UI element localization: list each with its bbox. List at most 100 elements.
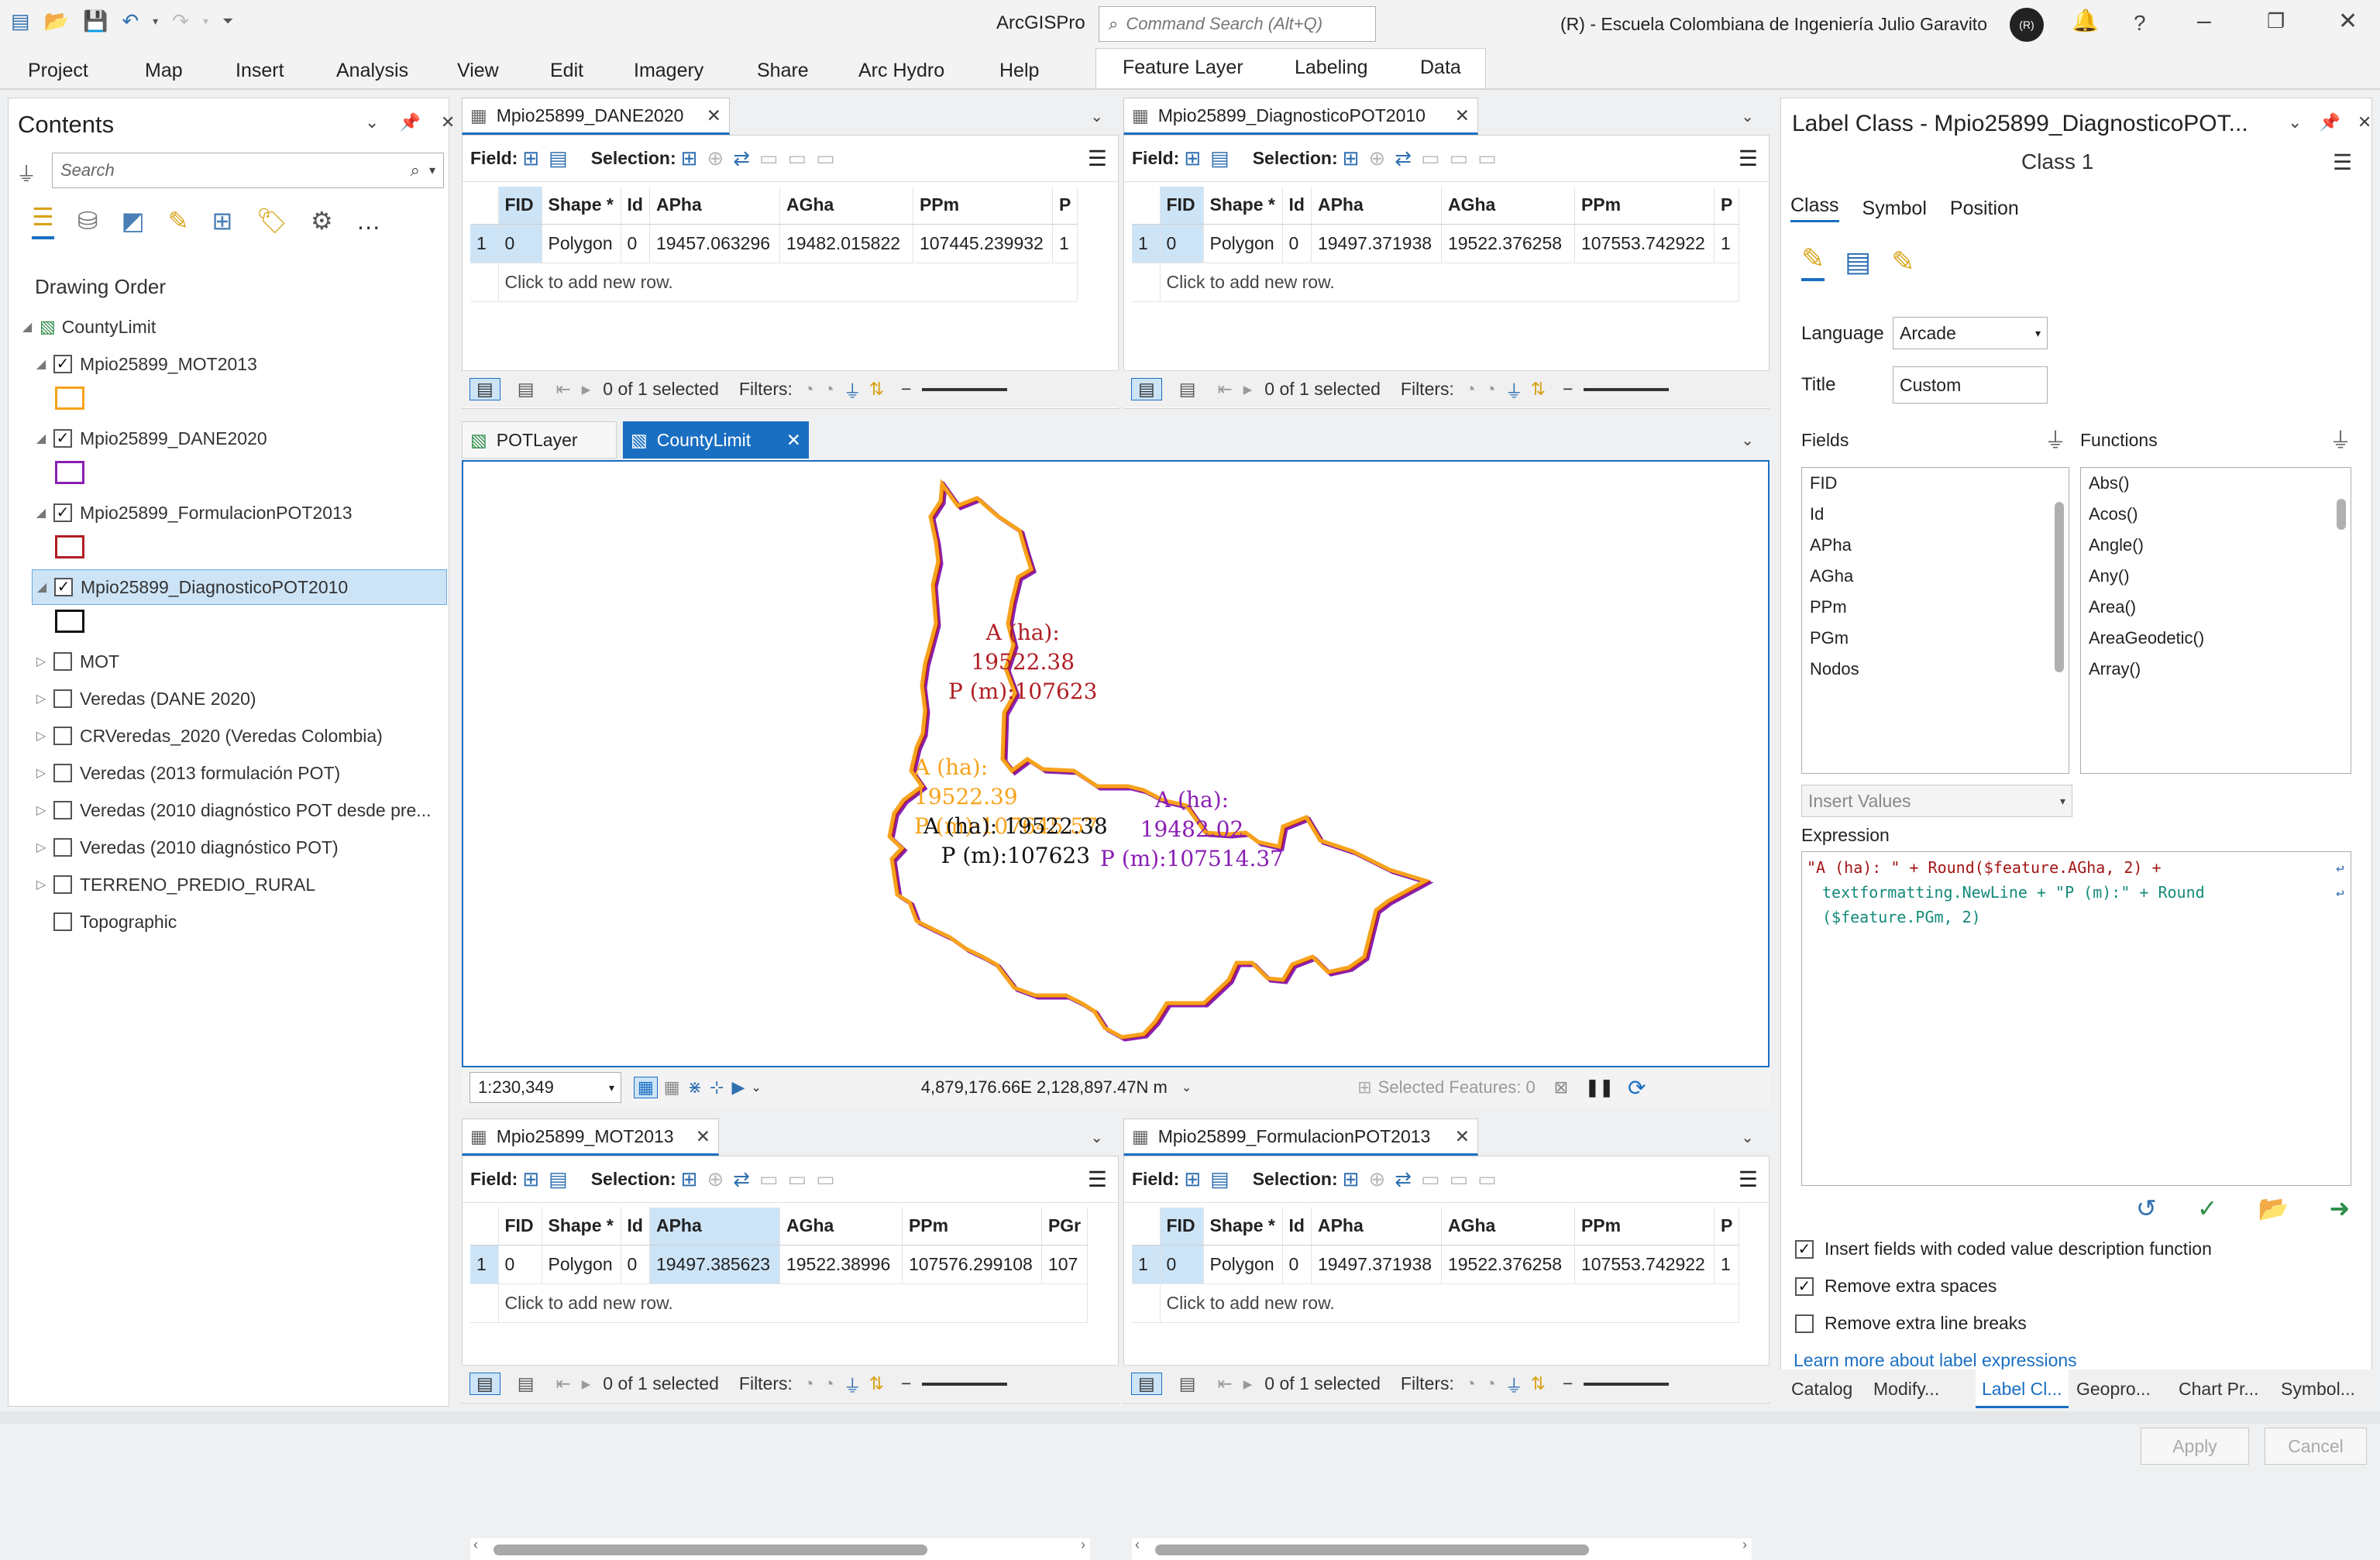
- expand-icon[interactable]: ▷: [32, 877, 50, 892]
- cell[interactable]: Polygon: [1203, 1245, 1283, 1284]
- table-menu-icon[interactable]: ☰: [1088, 1167, 1107, 1192]
- add-new-row[interactable]: Click to add new row.: [1160, 1283, 1740, 1323]
- chevron-down-icon[interactable]: ▾: [609, 1081, 614, 1094]
- layer-item-crveredas2020[interactable]: ▷ CRVeredas_2020 (Veredas Colombia): [32, 718, 383, 754]
- table-icon[interactable]: ⊠: [1554, 1077, 1568, 1098]
- delete-selection-icon[interactable]: ▭: [1450, 146, 1469, 170]
- filter-extent-icon[interactable]: ◔: [803, 379, 814, 400]
- tab-symbology[interactable]: Symbol...: [2281, 1369, 2355, 1408]
- tab-edit[interactable]: Edit: [550, 51, 583, 90]
- cell[interactable]: 19522.38996: [779, 1245, 903, 1284]
- chevron-down-icon[interactable]: ▾: [2035, 327, 2041, 340]
- cell[interactable]: 19497.371938: [1311, 1245, 1442, 1284]
- table-row[interactable]: 1 0 Polygon 0 19497.371938 19522.376258 …: [1132, 1245, 1740, 1284]
- show-all-records-icon[interactable]: ▤: [1131, 378, 1162, 400]
- table-row[interactable]: 1 0 Polygon 0 19497.371938 19522.376258 …: [1132, 224, 1740, 263]
- table-zoom-slider[interactable]: [1584, 387, 1670, 391]
- expand-icon[interactable]: ▷: [32, 840, 50, 855]
- close-tab-icon[interactable]: ✕: [1455, 1126, 1470, 1147]
- column-header[interactable]: Id: [621, 187, 650, 225]
- pin-icon[interactable]: 📌: [399, 112, 420, 132]
- column-header[interactable]: FID: [1160, 187, 1204, 225]
- option-checkbox[interactable]: ✓: [1795, 1239, 1814, 1259]
- cell[interactable]: 107576.299108: [902, 1245, 1042, 1284]
- zoom-out-icon[interactable]: −: [901, 379, 911, 400]
- chevron-down-icon[interactable]: ▾: [2060, 795, 2065, 808]
- cell[interactable]: 0: [1282, 224, 1312, 263]
- cell[interactable]: 19522.376258: [1441, 224, 1575, 263]
- customize-qat-icon[interactable]: ⏷: [222, 13, 233, 29]
- first-record-icon[interactable]: ⇤: [555, 1373, 570, 1394]
- restore-icon[interactable]: ❐: [2267, 9, 2285, 33]
- pin-icon[interactable]: 📌: [2319, 112, 2340, 132]
- table-row[interactable]: 1 0 Polygon 0 19457.063296 19482.015822 …: [470, 224, 1078, 263]
- field-item[interactable]: FID: [1802, 468, 2069, 499]
- search-icon[interactable]: ⌕: [411, 160, 420, 180]
- pane-menu-icon[interactable]: ☰: [2333, 149, 2352, 175]
- cell[interactable]: 0: [498, 1245, 542, 1284]
- notifications-bell-icon[interactable]: 🔔: [2072, 8, 2099, 33]
- column-header[interactable]: P: [1714, 1208, 1740, 1246]
- new-project-icon[interactable]: ▤: [11, 9, 30, 33]
- sort-icon[interactable]: ⇅: [1531, 1373, 1546, 1394]
- layer-visibility-checkbox[interactable]: [53, 875, 72, 894]
- sort-icon[interactable]: ⇅: [1531, 379, 1546, 400]
- filter-extent-icon[interactable]: ◔: [803, 1373, 814, 1394]
- horizontal-scrollbar[interactable]: ‹ ›: [1132, 1537, 1752, 1560]
- option-remove-line-breaks[interactable]: Remove extra line breaks: [1795, 1313, 2027, 1334]
- function-item[interactable]: Any(): [2081, 561, 2351, 592]
- filter-time-icon[interactable]: ◔: [1485, 379, 1496, 400]
- filter-icon[interactable]: ⏚: [16, 159, 36, 187]
- layer-symbol-swatch[interactable]: [55, 610, 84, 633]
- option-remove-spaces[interactable]: ✓ Remove extra spaces: [1795, 1276, 1997, 1297]
- close-tab-icon[interactable]: ✕: [1455, 105, 1470, 126]
- column-header[interactable]: AGha: [1441, 187, 1575, 225]
- pane-options-icon[interactable]: ⌄: [2288, 112, 2302, 132]
- cell[interactable]: 19497.385623: [649, 1245, 780, 1284]
- zoom-to-selection-icon[interactable]: ⊕: [707, 146, 724, 170]
- chevron-down-icon[interactable]: ⌄: [1181, 1080, 1192, 1095]
- layer-symbol-swatch[interactable]: [55, 535, 84, 558]
- collapse-icon[interactable]: ◢: [32, 356, 50, 372]
- list-by-perspective-icon[interactable]: ⚙: [311, 206, 333, 235]
- function-item[interactable]: Angle(): [2081, 530, 2351, 561]
- expand-icon[interactable]: ▷: [32, 691, 50, 706]
- save-icon[interactable]: 💾: [83, 9, 108, 33]
- avatar[interactable]: (R): [2010, 8, 2044, 42]
- next-record-icon[interactable]: ▸: [1243, 379, 1253, 400]
- tab-arc-hydro[interactable]: Arc Hydro: [858, 51, 944, 90]
- add-field-icon[interactable]: ⊞: [1184, 146, 1201, 170]
- tab-feature-layer[interactable]: Feature Layer: [1123, 57, 1243, 79]
- layer-item-dane2020[interactable]: ◢ ✓ Mpio25899_DANE2020: [32, 421, 267, 456]
- option-checkbox[interactable]: [1795, 1314, 1814, 1333]
- tab-share[interactable]: Share: [757, 51, 809, 90]
- map-canvas[interactable]: A (ha): 19522.38 P (m):107623 A (ha): 19…: [462, 460, 1770, 1067]
- scroll-left-icon[interactable]: ‹: [473, 1537, 478, 1553]
- column-header[interactable]: AGha: [779, 187, 913, 225]
- sort-icon[interactable]: ⇅: [869, 379, 884, 400]
- expand-icon[interactable]: ▷: [32, 802, 50, 818]
- open-folder-icon[interactable]: 📂: [2258, 1194, 2289, 1223]
- layer-visibility-checkbox[interactable]: [53, 801, 72, 820]
- table-zoom-slider[interactable]: [922, 387, 1008, 391]
- field-item[interactable]: PPm: [1802, 592, 2069, 623]
- layer-item-veredas-2010[interactable]: ▷ Veredas (2010 diagnóstico POT): [32, 830, 339, 865]
- apply-button[interactable]: Apply: [2141, 1428, 2249, 1465]
- copy-selection-icon[interactable]: ▭: [1477, 1167, 1497, 1191]
- filter-time-icon[interactable]: ◔: [824, 1373, 834, 1394]
- layer-visibility-checkbox[interactable]: ✓: [54, 578, 73, 596]
- tab-imagery[interactable]: Imagery: [634, 51, 703, 90]
- language-select[interactable]: Arcade ▾: [1893, 317, 2048, 349]
- crosshair-icon[interactable]: ⊹: [710, 1077, 724, 1098]
- add-field-icon[interactable]: ⊞: [522, 1167, 539, 1191]
- column-header[interactable]: PGr: [1041, 1208, 1089, 1246]
- pause-drawing-icon[interactable]: ❚❚: [1585, 1077, 1614, 1098]
- show-selected-records-icon[interactable]: ▤: [1179, 1373, 1196, 1394]
- cell[interactable]: 0: [621, 1245, 650, 1284]
- tab-symbol[interactable]: Symbol: [1862, 198, 1927, 220]
- scrollbar-thumb[interactable]: [1155, 1544, 1589, 1555]
- scrollbar-thumb[interactable]: [2055, 502, 2064, 672]
- column-header[interactable]: APha: [1311, 1208, 1442, 1246]
- layer-visibility-checkbox[interactable]: [53, 838, 72, 857]
- title-input[interactable]: Custom: [1893, 366, 2048, 404]
